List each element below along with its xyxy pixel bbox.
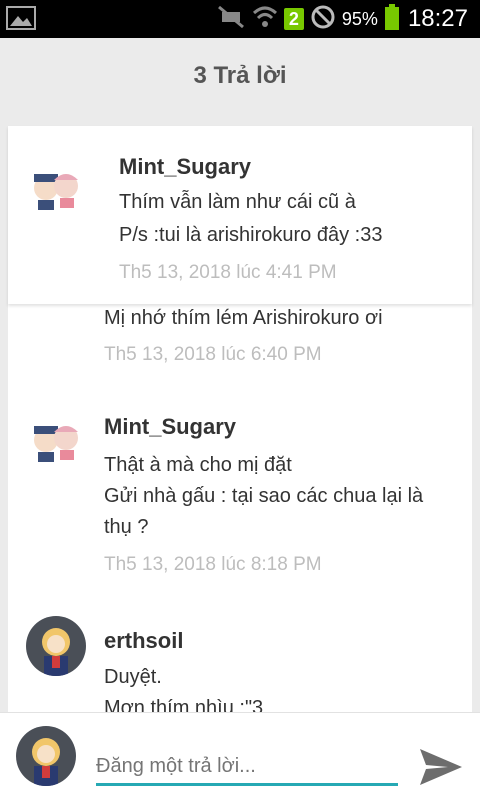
comment-card[interactable]: Mint_Sugary Thím vẫn làm như cái cũ à P/… (8, 126, 472, 304)
comment-text-line: Duyệt. (104, 666, 162, 688)
wifi-icon (252, 5, 278, 34)
blocked-icon (310, 4, 336, 35)
comment-timestamp: Th5 13, 2018 lúc 8:18 PM (104, 554, 322, 575)
list-item[interactable]: erthsoil Duyệt. Mợn thím nhìu :"3 (8, 598, 472, 712)
replies-header: 3 Trả lời (0, 38, 480, 113)
comment-text-line: Gửi nhà gấu : tại sao các chua lại là (104, 485, 424, 507)
comment-timestamp: Th5 13, 2018 lúc 4:41 PM (119, 262, 337, 283)
status-bar: 2 95% 18:27 (0, 0, 480, 38)
comment-list[interactable]: Mị nhớ thím lém Arishirokuro ơi Th5 13, … (8, 304, 472, 712)
comment-text-line: P/s :tui là arishirokuro đây :33 (119, 224, 383, 246)
page-title: 3 Trả lời (193, 61, 287, 89)
comment-author[interactable]: erthsoil (104, 628, 183, 654)
comment-text-line: Mợn thím nhìu :"3 (104, 697, 264, 712)
comment-author[interactable]: Mint_Sugary (104, 414, 236, 440)
comment-text-line: Thật à mà cho mị đặt (104, 454, 292, 476)
comment-text-line: Mị nhớ thím lém Arishirokuro ơi (104, 307, 383, 329)
signal-badge-icon: 2 (283, 8, 304, 30)
avatar[interactable] (26, 158, 86, 218)
avatar[interactable] (26, 410, 86, 470)
battery-percent: 95% (341, 8, 378, 29)
avatar (16, 726, 76, 786)
list-item[interactable]: Mint_Sugary Thật à mà cho mị đặt Gửi nhà… (8, 386, 472, 599)
send-icon[interactable] (418, 747, 464, 787)
image-icon (6, 6, 36, 30)
reply-input[interactable] (96, 749, 398, 786)
comment-text-line: Thím vẫn làm như cái cũ à (119, 191, 356, 213)
battery-icon (384, 3, 400, 35)
list-item[interactable]: Mị nhớ thím lém Arishirokuro ơi Th5 13, … (8, 304, 472, 387)
reply-compose-bar (0, 712, 480, 801)
clock: 18:27 (407, 5, 468, 32)
avatar[interactable] (26, 616, 86, 676)
comment-text-line: thụ ? (104, 516, 149, 538)
mute-icon (216, 4, 246, 35)
comment-author[interactable]: Mint_Sugary (119, 154, 251, 180)
comment-timestamp: Th5 13, 2018 lúc 6:40 PM (104, 344, 322, 365)
